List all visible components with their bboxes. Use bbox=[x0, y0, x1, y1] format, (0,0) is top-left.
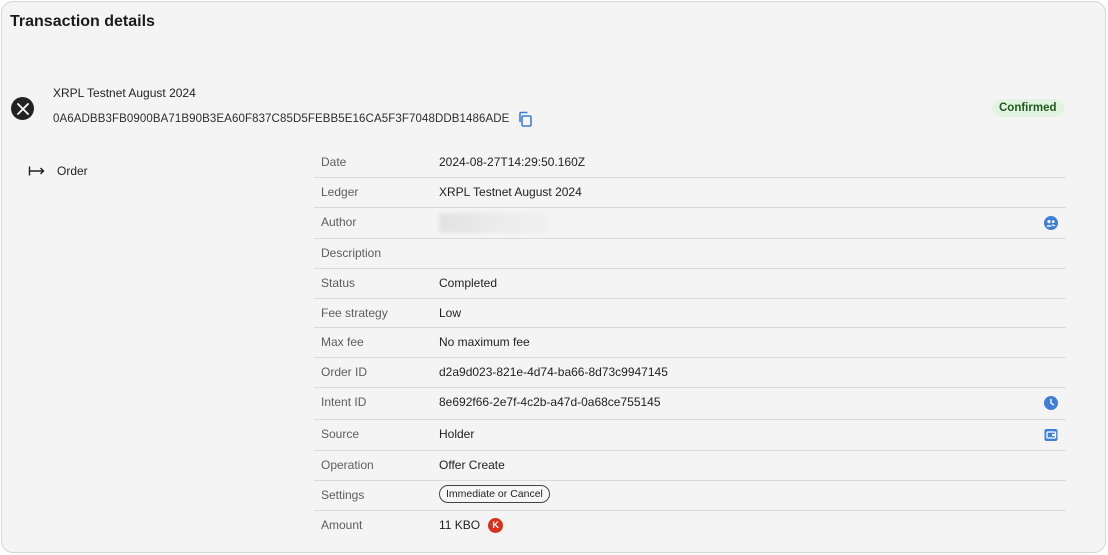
detail-value: Low bbox=[439, 305, 462, 320]
detail-value: XRPL Testnet August 2024 bbox=[439, 184, 582, 199]
detail-row-date: Date 2024-08-27T14:29:50.160Z bbox=[314, 148, 1066, 178]
settings-chip: Immediate or Cancel bbox=[439, 484, 550, 503]
detail-label: Settings bbox=[321, 487, 365, 502]
detail-label: Fee strategy bbox=[321, 305, 388, 320]
detail-label: Order ID bbox=[321, 365, 368, 380]
transaction-type-label: Order bbox=[57, 164, 88, 178]
detail-value: d2a9d023-821e-4d74-ba66-8d73c9947145 bbox=[439, 365, 668, 380]
xrpl-logo-icon bbox=[11, 97, 34, 120]
ledger-name: XRPL Testnet August 2024 bbox=[53, 86, 196, 100]
wallet-icon[interactable] bbox=[1044, 428, 1058, 442]
transaction-hash: 0A6ADBB3FB0900BA71B90B3EA60F837C85D5FEBB… bbox=[53, 111, 533, 127]
detail-label: Amount bbox=[321, 517, 363, 532]
detail-row-amount: Amount 11 KBO K bbox=[314, 511, 1066, 541]
user-group-icon[interactable] bbox=[1044, 215, 1058, 230]
transaction-hash-text: 0A6ADBB3FB0900BA71B90B3EA60F837C85D5FEBB… bbox=[53, 113, 510, 125]
detail-label: Operation bbox=[321, 458, 374, 473]
status-badge: Confirmed bbox=[992, 99, 1064, 117]
arrow-to-right-icon bbox=[28, 165, 46, 177]
detail-row-operation: Operation Offer Create bbox=[314, 451, 1066, 481]
copy-icon[interactable] bbox=[517, 111, 533, 127]
detail-row-max-fee: Max fee No maximum fee bbox=[314, 328, 1066, 359]
detail-label: Author bbox=[321, 214, 357, 229]
token-badge: K bbox=[488, 517, 504, 533]
transaction-type: Order bbox=[28, 164, 88, 178]
detail-value: Holder bbox=[439, 426, 475, 441]
author-redacted bbox=[439, 212, 547, 233]
detail-value: 2024-08-27T14:29:50.160Z bbox=[439, 155, 586, 169]
detail-row-description: Description bbox=[314, 239, 1066, 269]
detail-value: 8e692f66-2e7f-4c2b-a47d-0a68ce755145 bbox=[439, 395, 661, 410]
detail-label: Date bbox=[321, 155, 347, 169]
detail-row-settings: Settings Immediate or Cancel bbox=[314, 481, 1066, 511]
details-table: Date 2024-08-27T14:29:50.160Z Ledger XRP… bbox=[314, 148, 1066, 540]
detail-label: Max fee bbox=[321, 335, 364, 350]
detail-label: Ledger bbox=[321, 184, 359, 199]
page-title: Transaction details bbox=[10, 13, 155, 30]
transaction-details-panel: Transaction details XRPL Testnet August … bbox=[1, 1, 1106, 553]
detail-row-author: Author bbox=[314, 208, 1066, 240]
detail-row-intent-id: Intent ID 8e692f66-2e7f-4c2b-a47d-0a68ce… bbox=[314, 388, 1066, 420]
detail-label: Source bbox=[321, 426, 360, 441]
detail-row-status: Status Completed bbox=[314, 269, 1066, 299]
amount-text: 11 KBO bbox=[439, 518, 481, 533]
detail-row-order-id: Order ID d2a9d023-821e-4d74-ba66-8d73c99… bbox=[314, 358, 1066, 389]
detail-label: Status bbox=[321, 275, 356, 290]
detail-value: Offer Create bbox=[439, 458, 505, 473]
detail-row-ledger: Ledger XRPL Testnet August 2024 bbox=[314, 178, 1066, 208]
detail-value: Completed bbox=[439, 275, 498, 290]
clock-icon[interactable] bbox=[1044, 396, 1058, 411]
detail-label: Description bbox=[321, 246, 382, 261]
detail-row-source: Source Holder bbox=[314, 420, 1066, 452]
amount-value: 11 KBO K bbox=[439, 517, 504, 533]
detail-label: Intent ID bbox=[321, 395, 367, 410]
detail-value: No maximum fee bbox=[439, 335, 530, 350]
detail-row-fee-strategy: Fee strategy Low bbox=[314, 299, 1066, 329]
